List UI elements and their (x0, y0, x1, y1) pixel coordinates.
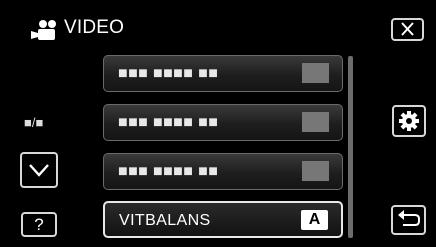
menu-item-label: VITBALANS (119, 212, 211, 229)
settings-button[interactable] (392, 105, 426, 137)
menu-item-value (302, 112, 329, 132)
back-button[interactable] (391, 205, 426, 235)
page-title: VIDEO (64, 17, 125, 38)
gear-icon (399, 111, 419, 131)
menu-item-value (302, 161, 329, 181)
auto-mode-icon: A (301, 210, 328, 230)
menu-item-value (302, 63, 329, 83)
menu-item-label: ■■■ ■■■■ ■■ (118, 114, 219, 131)
menu-item-white-balance[interactable]: VITBALANS A (103, 201, 343, 238)
help-button[interactable]: ? (21, 212, 57, 237)
return-icon (398, 210, 420, 226)
scrollbar[interactable] (348, 56, 353, 238)
menu-item-label: ■■■ ■■■■ ■■ (118, 163, 219, 180)
close-button[interactable] (391, 18, 424, 41)
video-camera-icon (31, 20, 56, 40)
menu-item-3[interactable]: ■■■ ■■■■ ■■ (103, 153, 343, 190)
menu-item-1[interactable]: ■■■ ■■■■ ■■ (103, 55, 343, 92)
menu-item-label: ■■■ ■■■■ ■■ (118, 65, 219, 82)
scroll-down-button[interactable] (20, 152, 58, 188)
close-icon (401, 22, 414, 36)
chevron-down-icon (29, 164, 49, 177)
page-indicator: ■/■ (24, 115, 44, 130)
menu-item-2[interactable]: ■■■ ■■■■ ■■ (103, 104, 343, 141)
